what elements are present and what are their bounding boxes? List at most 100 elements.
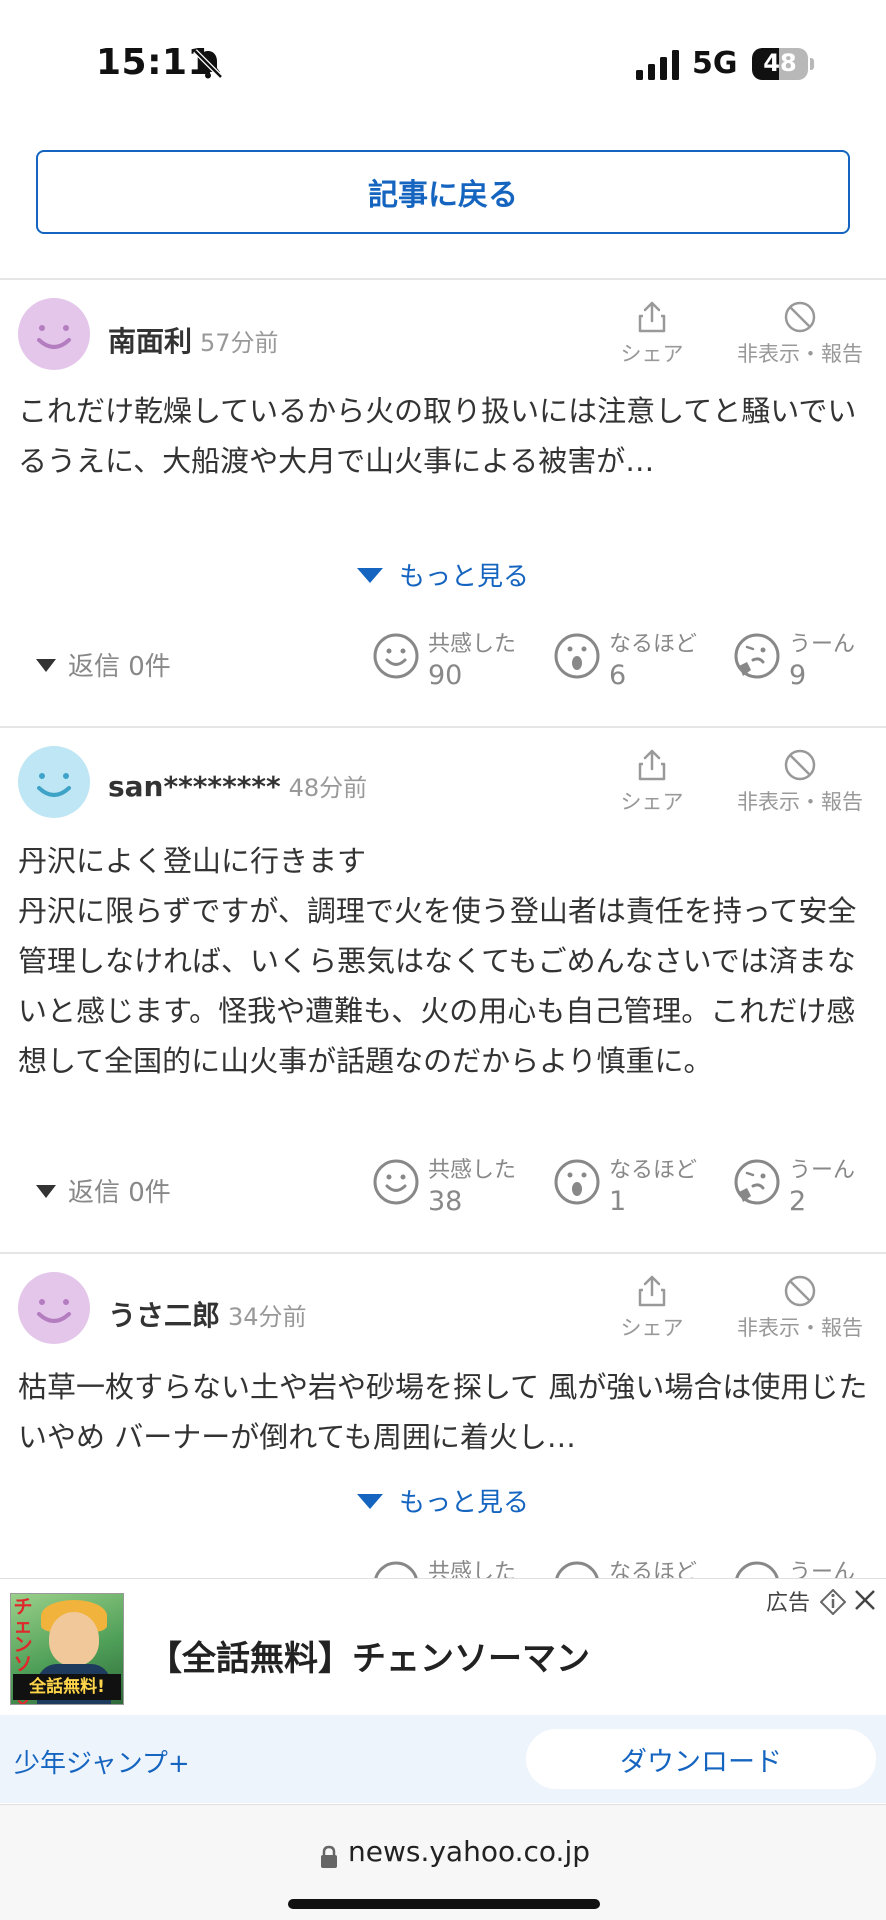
reaction-label: うーん: [789, 632, 856, 657]
reply-count: 返信 0件: [68, 1178, 171, 1208]
reaction-count: 90: [428, 660, 463, 691]
username[interactable]: 南面利: [108, 325, 192, 358]
share-label: シェア: [620, 1316, 684, 1340]
share-icon: [638, 749, 666, 781]
thinking-face-icon: [734, 633, 780, 679]
smile-face-icon: [373, 633, 419, 679]
share-icon: [638, 301, 666, 333]
comment-author[interactable]: うさ二郎 34分前: [108, 1294, 307, 1334]
block-icon: [784, 301, 816, 333]
caret-down-icon: [36, 659, 56, 672]
reaction-empathy-button[interactable]: 共感した 90: [372, 626, 542, 696]
reaction-empathy-button[interactable]: 共感した 38: [372, 1152, 542, 1222]
reply-count: 返信 0件: [68, 652, 171, 682]
thumb-badge: 全話無料!: [13, 1674, 121, 1700]
cellular-signal-icon: [636, 50, 679, 80]
comment-item: 南面利 57分前 シェア 非表示・報告 これだけ乾燥しているから火の取り扱いには注…: [0, 280, 886, 726]
reaction-uun-button[interactable]: うーん 2: [733, 1152, 886, 1222]
replies-toggle[interactable]: 返信 0件: [36, 646, 171, 683]
ad-banner[interactable]: 広告 チェンソーマン 全話無料! 【全話無料】チェンソーマン 少年ジャンプ+ ダ…: [0, 1578, 886, 1804]
reaction-count: 9: [789, 660, 807, 691]
show-more-link[interactable]: もっと見る: [0, 556, 886, 593]
hide-report-label: 非表示・報告: [737, 790, 863, 814]
reaction-uun-button[interactable]: うーん: [733, 1554, 886, 1578]
triangle-down-icon: [356, 568, 383, 583]
close-icon[interactable]: [852, 1587, 878, 1613]
hide-report-button[interactable]: 非表示・報告: [730, 748, 870, 816]
hide-report-label: 非表示・報告: [737, 1316, 863, 1340]
avatar[interactable]: [18, 746, 90, 818]
share-label: シェア: [620, 342, 684, 366]
reaction-label: うーん: [789, 1560, 856, 1578]
status-bar: 15:11 5G 48: [0, 0, 886, 120]
hide-report-button[interactable]: 非表示・報告: [730, 300, 870, 368]
home-indicator[interactable]: [288, 1899, 600, 1909]
share-button[interactable]: シェア: [582, 748, 722, 816]
show-more-label: もっと見る: [398, 562, 529, 592]
reaction-count: 1: [609, 1186, 627, 1217]
reaction-naruhodo-button[interactable]: なるほど: [553, 1554, 723, 1578]
smile-face-icon: [373, 1159, 419, 1205]
share-button[interactable]: シェア: [582, 1274, 722, 1342]
avatar[interactable]: [18, 298, 90, 370]
ad-footer: 少年ジャンプ+ ダウンロード: [0, 1715, 886, 1803]
share-icon: [638, 1275, 666, 1307]
username[interactable]: うさ二郎: [108, 1299, 220, 1332]
ad-title[interactable]: 【全話無料】チェンソーマン: [148, 1631, 590, 1680]
comment-item: うさ二郎 34分前 シェア 非表示・報告 枯草一枚すらない土や岩や砂場を探して 風…: [0, 1254, 886, 1578]
show-more-label: もっと見る: [398, 1488, 529, 1518]
username[interactable]: san********: [108, 770, 281, 803]
show-more-link[interactable]: もっと見る: [0, 1482, 886, 1519]
ad-source[interactable]: 少年ジャンプ+: [14, 1743, 190, 1780]
url-text[interactable]: news.yahoo.co.jp: [348, 1835, 590, 1868]
reaction-label: 共感した: [428, 1158, 517, 1183]
share-label: シェア: [620, 790, 684, 814]
ad-info-icon[interactable]: [820, 1589, 846, 1615]
surprised-face-icon: [554, 1159, 600, 1205]
comment-author[interactable]: san******** 48分前: [108, 768, 367, 803]
ad-label: 広告: [765, 1591, 810, 1616]
smiley-avatar-icon: [18, 1272, 90, 1344]
triangle-down-icon: [356, 1494, 383, 1509]
replies-toggle[interactable]: 返信 0件: [36, 1172, 171, 1209]
bell-muted-icon: [193, 49, 223, 79]
block-icon: [784, 1275, 816, 1307]
smile-face-icon: [374, 1561, 418, 1578]
comment-author[interactable]: 南面利 57分前: [108, 320, 279, 360]
comment-item: san******** 48分前 シェア 非表示・報告 丹沢によく登山に行きます …: [0, 728, 886, 1252]
hide-report-label: 非表示・報告: [737, 342, 863, 366]
share-button[interactable]: シェア: [582, 300, 722, 368]
comment-text: 枯草一枚すらない土や岩や砂場を探して 風が強い場合は使用じたいやめ バーナーが倒…: [18, 1370, 868, 1454]
battery-tip: [810, 58, 814, 70]
back-to-article-button[interactable]: 記事に戻る: [36, 150, 850, 234]
reaction-label: なるほど: [609, 1158, 698, 1183]
hide-report-button[interactable]: 非表示・報告: [730, 1274, 870, 1342]
browser-url-bar[interactable]: news.yahoo.co.jp: [0, 1804, 886, 1920]
thinking-face-icon: [734, 1159, 780, 1205]
battery-level: 48: [763, 49, 797, 77]
reaction-uun-button[interactable]: うーん 9: [733, 626, 886, 696]
comment-time: 34分前: [228, 1303, 307, 1331]
ad-thumbnail[interactable]: チェンソーマン 全話無料!: [10, 1593, 124, 1705]
comment-time: 48分前: [288, 774, 368, 802]
smiley-avatar-icon: [18, 298, 90, 370]
reaction-count: 2: [789, 1186, 807, 1217]
reaction-empathy-button[interactable]: 共感した: [372, 1554, 542, 1578]
surprised-face-icon: [554, 633, 600, 679]
comment-text: 丹沢によく登山に行きます 丹沢に限らずですが、調理で火を使う登山者は責任を持って…: [18, 844, 857, 1078]
reaction-label: うーん: [789, 1158, 856, 1183]
reaction-naruhodo-button[interactable]: なるほど 1: [553, 1152, 723, 1222]
avatar[interactable]: [18, 1272, 90, 1344]
thinking-face-icon: [735, 1561, 779, 1578]
reaction-count: 38: [428, 1186, 463, 1217]
lock-icon: [321, 1845, 337, 1868]
network-type: 5G: [692, 46, 738, 81]
thumb-face: [49, 1612, 99, 1666]
reaction-count: 6: [609, 660, 627, 691]
smiley-avatar-icon: [18, 746, 90, 818]
reaction-naruhodo-button[interactable]: なるほど 6: [553, 626, 723, 696]
caret-down-icon: [36, 1185, 56, 1198]
comment-time: 57分前: [200, 329, 279, 357]
reaction-label: 共感した: [428, 632, 517, 657]
download-button[interactable]: ダウンロード: [526, 1729, 876, 1789]
